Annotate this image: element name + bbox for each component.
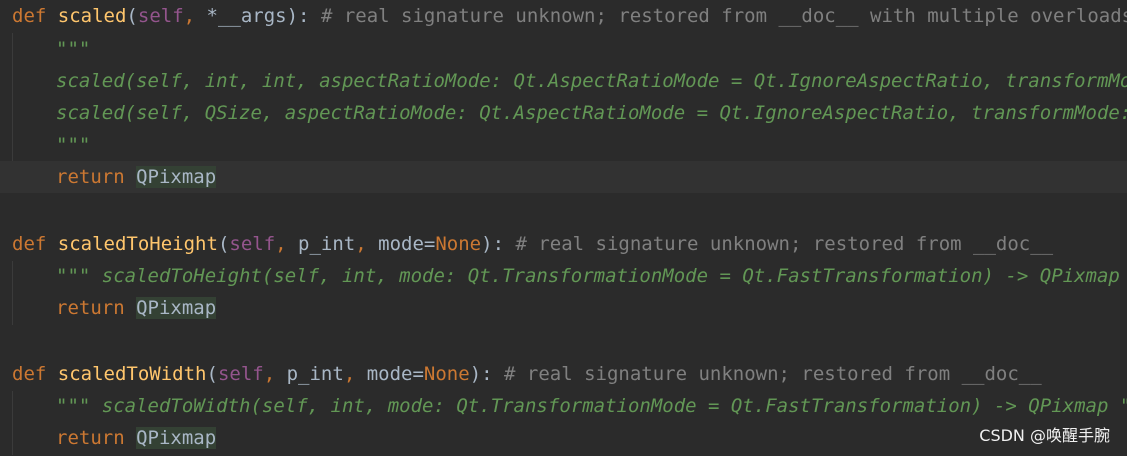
code-line[interactable]: def scaledToHeight(self, p_int, mode=Non… — [0, 228, 1127, 260]
code-comment: # real signature unknown; restored from … — [492, 363, 1042, 385]
self-param: self — [217, 363, 264, 385]
self-param: self — [137, 5, 184, 27]
function-name: scaled — [57, 5, 127, 27]
paren-open: ( — [206, 363, 218, 385]
param-p-int: p_int — [286, 363, 344, 385]
code-comment: # real signature unknown; restored from … — [504, 233, 1054, 255]
paren-open: ( — [217, 233, 230, 255]
docstring-text: """ scaledToWidth(self, int, mode: Qt.Tr… — [56, 395, 1127, 417]
keyword-def: def — [12, 363, 47, 385]
code-line[interactable]: """ — [0, 129, 1127, 161]
equals-sign: = — [412, 363, 424, 385]
docstring-delimiter: """ — [56, 38, 91, 60]
param-mode: mode — [366, 363, 413, 385]
code-line[interactable]: return QPixmap — [0, 292, 1127, 324]
code-line[interactable]: scaled(self, int, int, aspectRatioMode: … — [0, 65, 1127, 97]
return-type: QPixmap — [136, 166, 217, 188]
code-line[interactable]: return QPixmap — [0, 422, 1127, 454]
paren-close: ): — [469, 363, 493, 385]
comma-separator: , — [183, 5, 207, 27]
comma-separator: , — [355, 233, 379, 255]
self-param: self — [229, 233, 276, 255]
keyword-def: def — [12, 233, 47, 255]
docstring-delimiter: """ — [56, 134, 91, 156]
watermark: CSDN @唤醒手腕 — [979, 426, 1110, 445]
comma-separator: , — [343, 363, 367, 385]
code-editor[interactable]: def scaled(self, *__args): # real signat… — [0, 0, 1127, 456]
paren-open: ( — [126, 5, 138, 27]
keyword-return: return — [56, 297, 125, 319]
comma-separator: , — [263, 363, 287, 385]
comma-separator: , — [275, 233, 299, 255]
paren-close: ): — [481, 233, 505, 255]
paren-close: ): — [286, 5, 310, 27]
keyword-none: None — [435, 233, 482, 255]
return-type: QPixmap — [136, 427, 217, 449]
code-line[interactable]: def scaled(self, *__args): # real signat… — [0, 0, 1127, 32]
docstring-text: scaled(self, int, int, aspectRatioMode: … — [56, 70, 1127, 92]
docstring-text: scaled(self, QSize, aspectRatioMode: Qt.… — [56, 102, 1127, 124]
code-line[interactable]: """ scaledToWidth(self, int, mode: Qt.Tr… — [0, 390, 1127, 422]
function-name: scaledToHeight — [57, 233, 218, 255]
keyword-none: None — [423, 363, 470, 385]
code-line[interactable]: """ scaledToHeight(self, int, mode: Qt.T… — [0, 260, 1127, 292]
function-name: scaledToWidth — [57, 363, 207, 385]
args-param: *__args — [206, 5, 287, 27]
code-line[interactable]: def scaledToWidth(self, p_int, mode=None… — [0, 358, 1127, 390]
param-mode: mode — [378, 233, 424, 255]
code-line-current[interactable]: return QPixmap — [0, 161, 1127, 193]
keyword-def: def — [12, 5, 47, 27]
param-p-int: p_int — [298, 233, 356, 255]
code-line[interactable]: """ — [0, 33, 1127, 65]
keyword-return: return — [56, 427, 125, 449]
code-line[interactable]: scaled(self, QSize, aspectRatioMode: Qt.… — [0, 97, 1127, 129]
code-comment: # real signature unknown; restored from … — [309, 5, 1127, 27]
keyword-return: return — [56, 166, 125, 188]
docstring-text: """ scaledToHeight(self, int, mode: Qt.T… — [56, 265, 1127, 287]
return-type: QPixmap — [136, 297, 217, 319]
equals-sign: = — [423, 233, 436, 255]
